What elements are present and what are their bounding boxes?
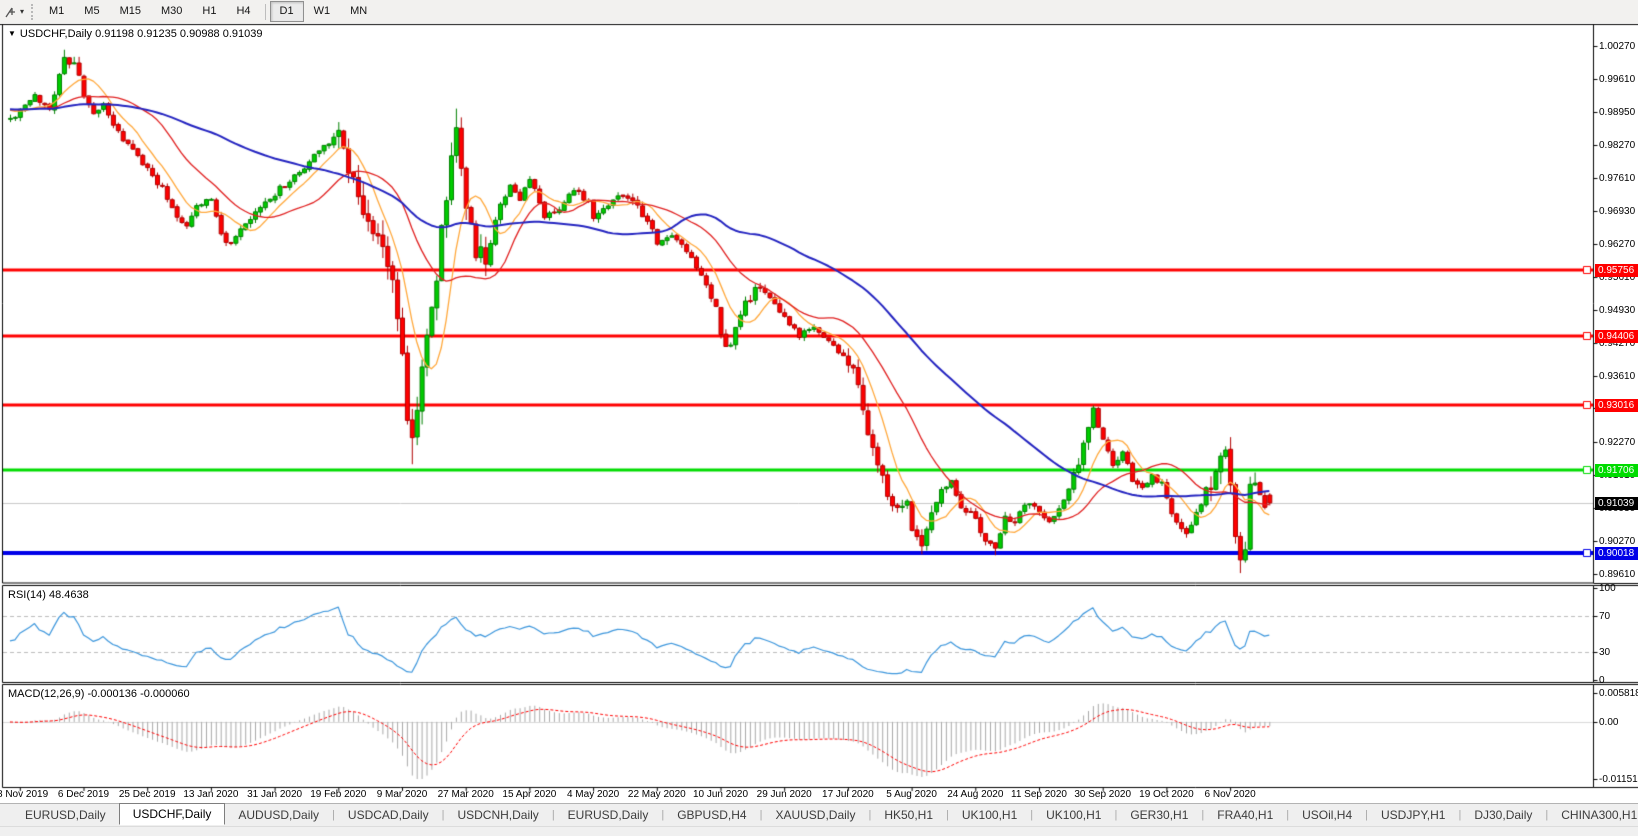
timeframe-button-w1[interactable]: W1 [304,1,341,22]
timeframe-buttons: M1 M5 M15 M30 H1 H4 D1 W1 MN [39,1,377,22]
bottom-tab-china300[interactable]: CHINA300,H1 [1548,804,1638,826]
bottom-tab-usoil[interactable]: USOil,H4 [1289,804,1365,826]
timeframe-button-h1[interactable]: H1 [192,1,226,22]
timeframe-button-h4[interactable]: H4 [226,1,260,22]
bottom-tab-usdcad[interactable]: USDCAD,Daily [335,804,442,826]
top-toolbar: ▾ M1 M5 M15 M30 H1 H4 D1 W1 MN [0,0,1638,24]
bottom-tab-audusd[interactable]: AUDUSD,Daily [225,804,332,826]
bottom-tab-xauusd[interactable]: XAUUSD,Daily [762,804,868,826]
bottom-tab-ger30[interactable]: GER30,H1 [1117,804,1201,826]
toolbar-separator [264,3,266,20]
toolbar-grip[interactable] [31,3,34,20]
timeframe-button-m30[interactable]: M30 [151,1,192,22]
bottom-tab-eurusd[interactable]: EURUSD,Daily [12,804,119,826]
bottom-tab-fra40[interactable]: FRA40,H1 [1204,804,1286,826]
chart-canvas[interactable] [0,0,1638,835]
bottom-tab-dj30[interactable]: DJ30,Daily [1461,804,1545,826]
bottom-tab-hk50[interactable]: HK50,H1 [871,804,946,826]
bottom-tab-usdjpy[interactable]: USDJPY,H1 [1368,804,1458,826]
chart-tab-bar: EURUSD,Daily USDCHF,Daily AUDUSD,Daily | USD… [0,803,1638,826]
timeframe-button-mn[interactable]: MN [340,1,377,22]
bottom-tab-uk100[interactable]: UK100,H1 [949,804,1030,826]
bottom-tab-uk100[interactable]: UK100,H1 [1033,804,1114,826]
timeframe-button-m15[interactable]: M15 [110,1,151,22]
chevron-down-icon[interactable]: ▾ [20,7,24,16]
bottom-tab-eurusd[interactable]: EURUSD,Daily [555,804,662,826]
timeframe-button-m5[interactable]: M5 [74,1,109,22]
crosshair-cursor-icon[interactable] [2,4,20,20]
bottom-tab-usdchf[interactable]: USDCHF,Daily [118,803,226,825]
bottom-tab-usdcnh[interactable]: USDCNH,Daily [444,804,551,826]
timeframe-button-d1[interactable]: D1 [269,1,304,22]
timeframe-button-m1[interactable]: M1 [39,1,74,22]
bottom-tab-gbpusd[interactable]: GBPUSD,H4 [664,804,759,826]
